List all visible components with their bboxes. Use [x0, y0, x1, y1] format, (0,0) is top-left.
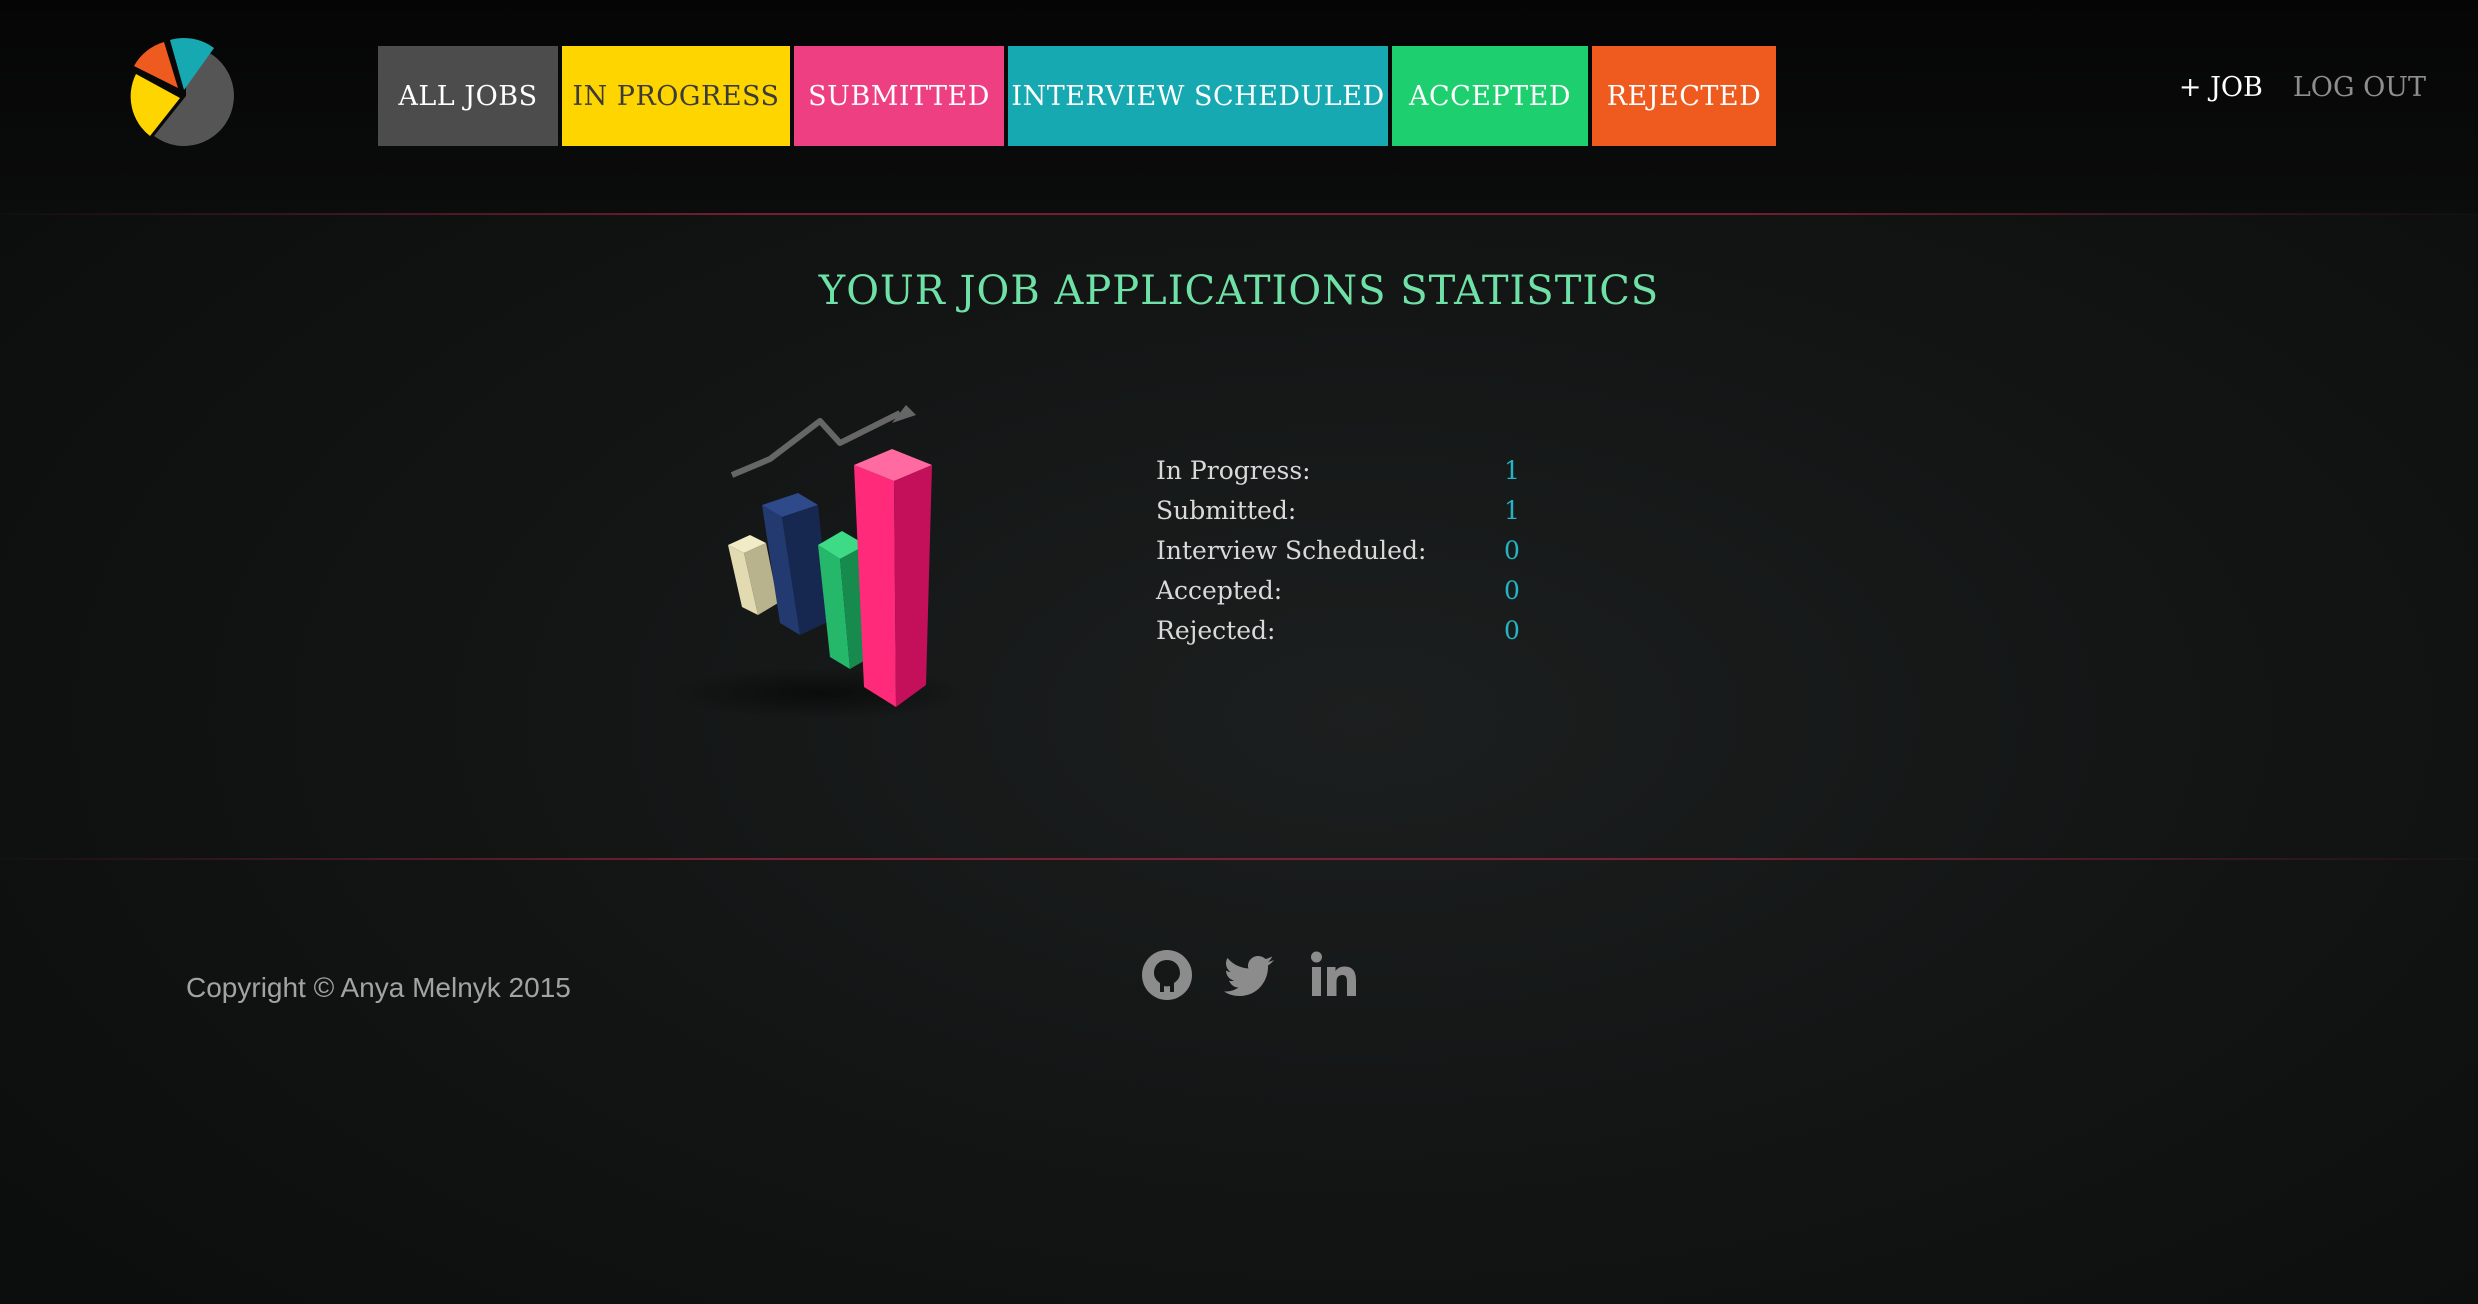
stat-in-progress: In Progress: 1 [1156, 450, 1576, 490]
3d-bar-chart-icon [670, 405, 970, 719]
tab-rejected[interactable]: REJECTED [1592, 46, 1776, 146]
tab-accepted[interactable]: ACCEPTED [1392, 46, 1588, 146]
stat-interview-scheduled: Interview Scheduled: 0 [1156, 530, 1576, 570]
copyright-text: Copyright © Anya Melnyk 2015 [186, 972, 571, 1003]
stat-label: In Progress: [1156, 455, 1311, 485]
social-links [1140, 948, 1362, 1002]
linkedin-icon[interactable] [1308, 948, 1362, 1002]
stat-submitted: Submitted: 1 [1156, 490, 1576, 530]
page-title: YOUR JOB APPLICATIONS STATISTICS [818, 268, 1660, 314]
github-icon[interactable] [1140, 948, 1194, 1002]
stat-accepted: Accepted: 0 [1156, 570, 1576, 610]
logout-link[interactable]: LOG OUT [2293, 72, 2426, 103]
pie-chart-logo-icon[interactable] [122, 36, 240, 154]
footer-divider [0, 858, 2478, 860]
tab-in-progress[interactable]: IN PROGRESS [562, 46, 790, 146]
stat-value: 0 [1504, 535, 1520, 565]
stat-value: 1 [1504, 455, 1520, 485]
stat-label: Accepted: [1156, 575, 1283, 605]
stat-label: Submitted: [1156, 495, 1297, 525]
stat-label: Interview Scheduled: [1156, 535, 1427, 565]
tab-all-jobs[interactable]: ALL JOBS [378, 46, 558, 146]
status-nav: ALL JOBS IN PROGRESS SUBMITTED INTERVIEW… [378, 46, 1776, 146]
stat-rejected: Rejected: 0 [1156, 610, 1576, 650]
tab-submitted[interactable]: SUBMITTED [794, 46, 1004, 146]
twitter-icon[interactable] [1224, 948, 1278, 1002]
stat-label: Rejected: [1156, 615, 1276, 645]
header: ALL JOBS IN PROGRESS SUBMITTED INTERVIEW… [0, 0, 2478, 214]
user-links: + JOB LOG OUT [2179, 72, 2426, 103]
stat-value: 0 [1504, 615, 1520, 645]
stat-value: 1 [1504, 495, 1520, 525]
header-divider [0, 213, 2478, 215]
tab-interview-scheduled[interactable]: INTERVIEW SCHEDULED [1008, 46, 1388, 146]
stat-value: 0 [1504, 575, 1520, 605]
statistics-list: In Progress: 1 Submitted: 1 Interview Sc… [1156, 450, 1576, 650]
add-job-link[interactable]: + JOB [2179, 72, 2263, 103]
